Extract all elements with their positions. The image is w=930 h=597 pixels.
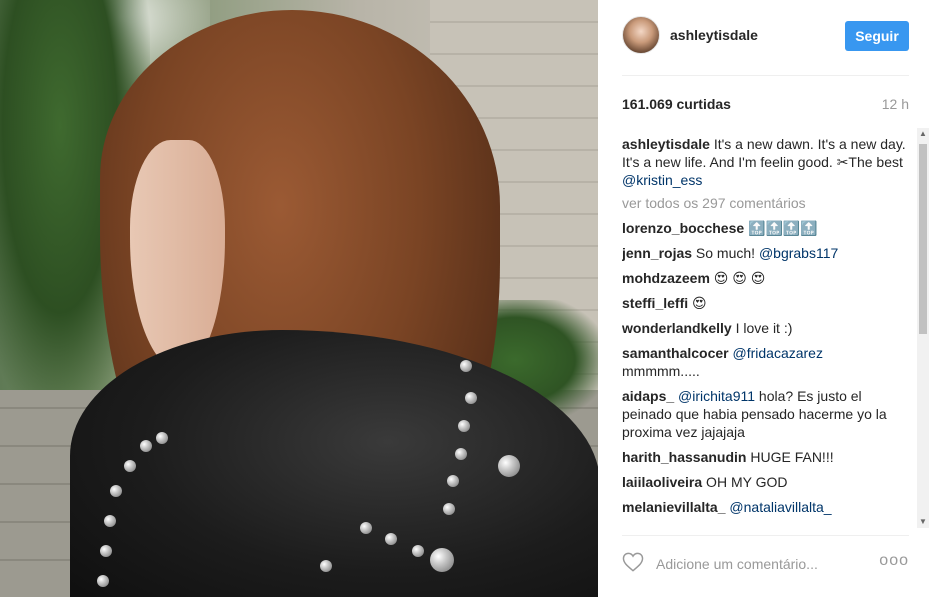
scroll-thumb[interactable] [919, 144, 927, 334]
add-comment-input[interactable] [656, 554, 866, 574]
view-all-comments-link[interactable]: ver todos os 297 comentários [622, 194, 912, 212]
comment-username[interactable]: aidaps_ [622, 388, 674, 404]
jacket-stud [97, 575, 109, 587]
comment-username[interactable]: jenn_rojas [622, 245, 692, 261]
jacket-stud [458, 420, 470, 432]
comment-item: melanievillalta_ @nataliavillalta_ [622, 498, 912, 516]
jacket-stud [360, 522, 372, 534]
comments-list: ashleytisdale It's a new dawn. It's a ne… [622, 135, 912, 530]
jacket-stud [460, 360, 472, 372]
caption: ashleytisdale It's a new dawn. It's a ne… [622, 135, 912, 189]
comment-username[interactable]: laiilaoliveira [622, 474, 702, 490]
comment-text: HUGE FAN!!! [746, 449, 834, 465]
comment-username[interactable]: samanthalcocer [622, 345, 729, 361]
post-header: ashleytisdale Seguir [622, 14, 909, 56]
divider [622, 535, 909, 536]
post-photo[interactable] [0, 0, 598, 597]
comment-mention[interactable]: @bgrabs117 [759, 245, 838, 261]
comment-item: mohdzazeem 😍 😍 😍 [622, 269, 912, 287]
jacket-stud [385, 533, 397, 545]
comment-mention[interactable]: @fridacazarez [733, 345, 823, 361]
comment-item: lorenzo_bocchese 🔝🔝🔝🔝 [622, 219, 912, 237]
comment-username[interactable]: lorenzo_bocchese [622, 220, 744, 236]
comment-mention[interactable]: @irichita911 [678, 388, 755, 404]
comment-username[interactable]: steffi_leffi [622, 295, 688, 311]
jacket-stud [443, 503, 455, 515]
jacket-button [498, 455, 520, 477]
likes-row: 161.069 curtidas 12 h [622, 96, 909, 114]
comment-text: mmmmm..... [622, 363, 700, 379]
likes-count[interactable]: 161.069 curtidas [622, 96, 731, 112]
comment-username[interactable]: mohdzazeem [622, 270, 710, 286]
caption-username[interactable]: ashleytisdale [622, 136, 710, 152]
comment-username[interactable]: harith_hassanudin [622, 449, 746, 465]
jacket-stud [140, 440, 152, 452]
post-username[interactable]: ashleytisdale [670, 27, 758, 43]
comment-text: 😍 😍 😍 [709, 270, 766, 286]
avatar[interactable] [622, 16, 660, 54]
comment-username[interactable]: wonderlandkelly [622, 320, 732, 336]
jacket-stud [412, 545, 424, 557]
scroll-up-icon[interactable]: ▲ [917, 128, 929, 140]
comments-scrollbar[interactable]: ▲ ▼ [917, 128, 929, 528]
jacket-stud [110, 485, 122, 497]
jacket-stud [465, 392, 477, 404]
comment-mention[interactable]: @nataliavillalta_ [729, 499, 831, 515]
comment-text: 🔝🔝🔝🔝 [744, 220, 818, 236]
comment-text: I love it :) [731, 320, 793, 336]
comment-item: aidaps_ @irichita911 hola? Es justo el p… [622, 387, 912, 441]
jacket-stud [124, 460, 136, 472]
comment-item: harith_hassanudin HUGE FAN!!! [622, 448, 912, 466]
comment-text: 😍 [688, 295, 707, 311]
comment-item: jenn_rojas So much! @bgrabs117 [622, 244, 912, 262]
comment-text: OH MY GOD [702, 474, 788, 490]
scroll-down-icon[interactable]: ▼ [917, 516, 929, 528]
comment-item: wonderlandkelly I love it :) [622, 319, 912, 337]
comment-item: laiilaoliveira OH MY GOD [622, 473, 912, 491]
divider [622, 75, 909, 76]
jacket-button [430, 548, 454, 572]
heart-icon[interactable] [622, 552, 646, 574]
jacket-stud [455, 448, 467, 460]
comment-item: samanthalcocer @fridacazarez mmmmm..... [622, 344, 912, 380]
comment-item: steffi_leffi 😍 [622, 294, 912, 312]
jacket-stud [320, 560, 332, 572]
post-time[interactable]: 12 h [882, 96, 909, 112]
comment-username[interactable]: melanievillalta_ [622, 499, 726, 515]
jacket-stud [447, 475, 459, 487]
comment-text: So much! [692, 245, 759, 261]
jacket-stud [156, 432, 168, 444]
more-options-icon[interactable]: ooo [879, 552, 909, 570]
jacket-stud [104, 515, 116, 527]
comment-footer: ooo [622, 548, 909, 580]
post-sidebar: ashleytisdale Seguir 161.069 curtidas 12… [598, 0, 930, 597]
follow-button[interactable]: Seguir [845, 21, 909, 51]
caption-mention[interactable]: @kristin_ess [622, 172, 702, 188]
jacket-stud [100, 545, 112, 557]
